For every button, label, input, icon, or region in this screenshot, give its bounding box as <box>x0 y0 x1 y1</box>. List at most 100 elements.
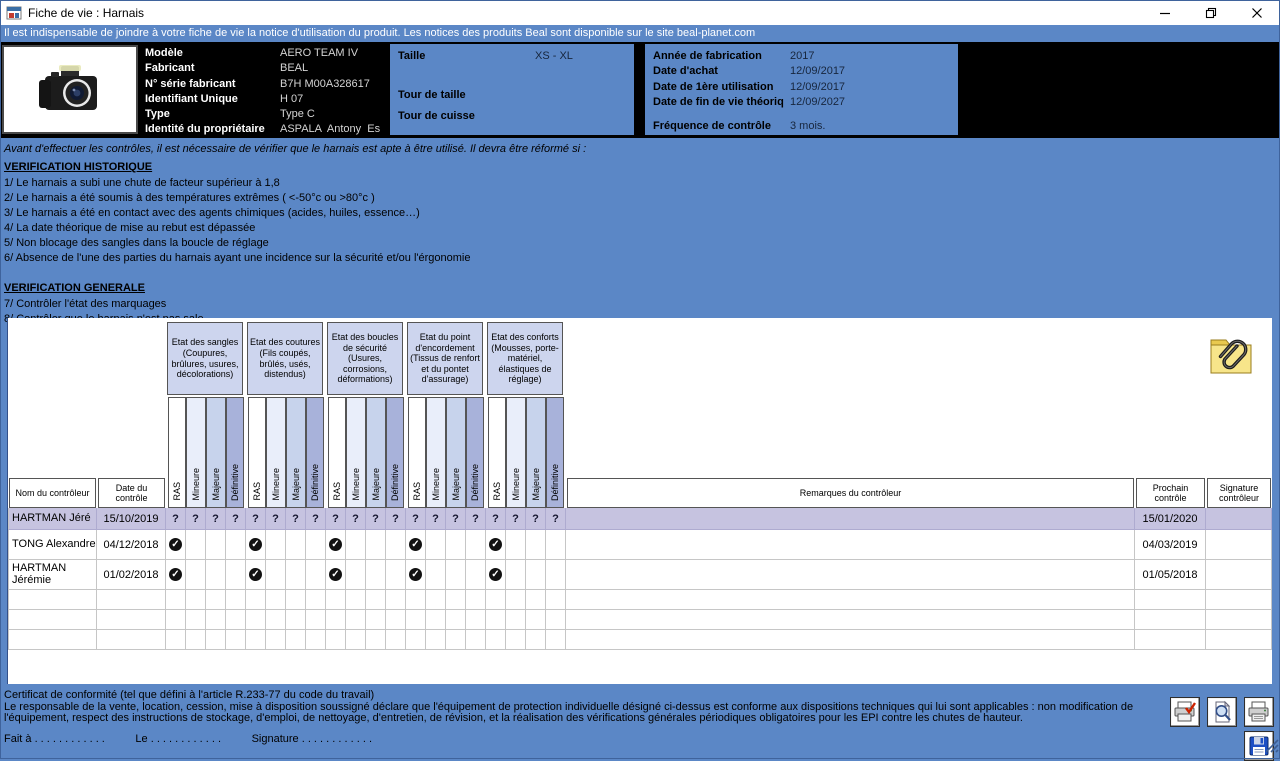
status-mark-cell[interactable] <box>426 590 446 610</box>
status-mark-cell[interactable] <box>306 590 326 610</box>
status-mark-cell[interactable] <box>506 610 526 630</box>
status-mark-cell[interactable] <box>286 590 306 610</box>
status-mark-cell[interactable] <box>386 560 406 590</box>
status-mark-cell[interactable] <box>446 590 466 610</box>
status-mark-cell[interactable] <box>486 630 506 650</box>
status-mark-cell[interactable]: ✓ <box>166 560 186 590</box>
close-button[interactable] <box>1234 0 1280 25</box>
status-mark-cell[interactable] <box>286 630 306 650</box>
status-mark-cell[interactable] <box>446 630 466 650</box>
status-mark-cell[interactable]: ? <box>406 508 426 530</box>
status-mark-cell[interactable] <box>466 560 486 590</box>
status-mark-cell[interactable] <box>206 530 226 560</box>
signature-cell[interactable] <box>1206 610 1272 630</box>
status-mark-cell[interactable] <box>226 530 246 560</box>
print-validate-button[interactable] <box>1170 697 1200 727</box>
status-mark-cell[interactable] <box>526 530 546 560</box>
status-mark-cell[interactable] <box>366 590 386 610</box>
next-control-cell[interactable]: 01/05/2018 <box>1135 560 1206 590</box>
next-control-cell[interactable] <box>1135 590 1206 610</box>
status-mark-cell[interactable] <box>546 610 566 630</box>
status-mark-cell[interactable] <box>506 590 526 610</box>
status-mark-cell[interactable]: ✓ <box>406 560 426 590</box>
signature-cell[interactable] <box>1206 560 1272 590</box>
status-mark-cell[interactable] <box>526 630 546 650</box>
status-mark-cell[interactable]: ✓ <box>406 530 426 560</box>
controller-name-cell[interactable]: HARTMAN Jéré <box>8 508 97 530</box>
status-mark-cell[interactable]: ? <box>186 508 206 530</box>
status-mark-cell[interactable] <box>346 610 366 630</box>
status-mark-cell[interactable]: ? <box>326 508 346 530</box>
restore-button[interactable] <box>1188 0 1234 25</box>
status-mark-cell[interactable]: ? <box>166 508 186 530</box>
status-mark-cell[interactable]: ? <box>366 508 386 530</box>
control-date-cell[interactable]: 15/10/2019 <box>97 508 166 530</box>
status-mark-cell[interactable] <box>186 610 206 630</box>
status-mark-cell[interactable]: ? <box>286 508 306 530</box>
status-mark-cell[interactable] <box>286 610 306 630</box>
signature-cell[interactable] <box>1206 590 1272 610</box>
next-control-cell[interactable]: 04/03/2019 <box>1135 530 1206 560</box>
status-mark-cell[interactable] <box>406 630 426 650</box>
controller-name-cell[interactable] <box>8 630 97 650</box>
signature-cell[interactable] <box>1206 508 1272 530</box>
status-mark-cell[interactable]: ✓ <box>246 560 266 590</box>
status-mark-cell[interactable] <box>346 560 366 590</box>
status-mark-cell[interactable] <box>446 610 466 630</box>
control-date-cell[interactable]: 04/12/2018 <box>97 530 166 560</box>
status-mark-cell[interactable] <box>246 610 266 630</box>
status-mark-cell[interactable] <box>406 590 426 610</box>
status-mark-cell[interactable] <box>266 590 286 610</box>
status-mark-cell[interactable] <box>366 630 386 650</box>
status-mark-cell[interactable] <box>346 630 366 650</box>
status-mark-cell[interactable] <box>526 560 546 590</box>
status-mark-cell[interactable] <box>306 630 326 650</box>
resize-grip[interactable] <box>1264 738 1279 758</box>
status-mark-cell[interactable]: ✓ <box>486 560 506 590</box>
status-mark-cell[interactable]: ? <box>226 508 246 530</box>
status-mark-cell[interactable] <box>206 610 226 630</box>
status-mark-cell[interactable] <box>426 530 446 560</box>
status-mark-cell[interactable]: ? <box>206 508 226 530</box>
status-mark-cell[interactable]: ? <box>346 508 366 530</box>
remarks-cell[interactable] <box>566 508 1135 530</box>
status-mark-cell[interactable] <box>186 590 206 610</box>
status-mark-cell[interactable] <box>386 610 406 630</box>
status-mark-cell[interactable] <box>226 590 246 610</box>
status-mark-cell[interactable] <box>346 590 366 610</box>
status-mark-cell[interactable] <box>446 530 466 560</box>
status-mark-cell[interactable] <box>226 630 246 650</box>
controller-name-cell[interactable]: TONG Alexandre <box>8 530 97 560</box>
status-mark-cell[interactable] <box>226 610 246 630</box>
status-mark-cell[interactable] <box>466 590 486 610</box>
status-mark-cell[interactable] <box>506 530 526 560</box>
status-mark-cell[interactable] <box>326 610 346 630</box>
status-mark-cell[interactable] <box>506 560 526 590</box>
status-mark-cell[interactable] <box>186 530 206 560</box>
status-mark-cell[interactable]: ? <box>266 508 286 530</box>
print-preview-button[interactable] <box>1207 697 1237 727</box>
status-mark-cell[interactable] <box>306 560 326 590</box>
status-mark-cell[interactable]: ✓ <box>326 530 346 560</box>
next-control-cell[interactable] <box>1135 610 1206 630</box>
remarks-cell[interactable] <box>566 630 1135 650</box>
remarks-cell[interactable] <box>566 530 1135 560</box>
status-mark-cell[interactable] <box>426 630 446 650</box>
status-mark-cell[interactable] <box>426 560 446 590</box>
remarks-cell[interactable] <box>566 610 1135 630</box>
next-control-cell[interactable]: 15/01/2020 <box>1135 508 1206 530</box>
status-mark-cell[interactable] <box>246 630 266 650</box>
status-mark-cell[interactable]: ✓ <box>326 560 346 590</box>
status-mark-cell[interactable] <box>206 560 226 590</box>
status-mark-cell[interactable] <box>306 530 326 560</box>
status-mark-cell[interactable] <box>306 610 326 630</box>
status-mark-cell[interactable] <box>386 630 406 650</box>
signature-cell[interactable] <box>1206 530 1272 560</box>
status-mark-cell[interactable] <box>226 560 246 590</box>
status-mark-cell[interactable]: ✓ <box>486 530 506 560</box>
status-mark-cell[interactable]: ✓ <box>166 530 186 560</box>
controller-name-cell[interactable] <box>8 590 97 610</box>
status-mark-cell[interactable] <box>166 590 186 610</box>
status-mark-cell[interactable]: ? <box>466 508 486 530</box>
status-mark-cell[interactable] <box>486 610 506 630</box>
